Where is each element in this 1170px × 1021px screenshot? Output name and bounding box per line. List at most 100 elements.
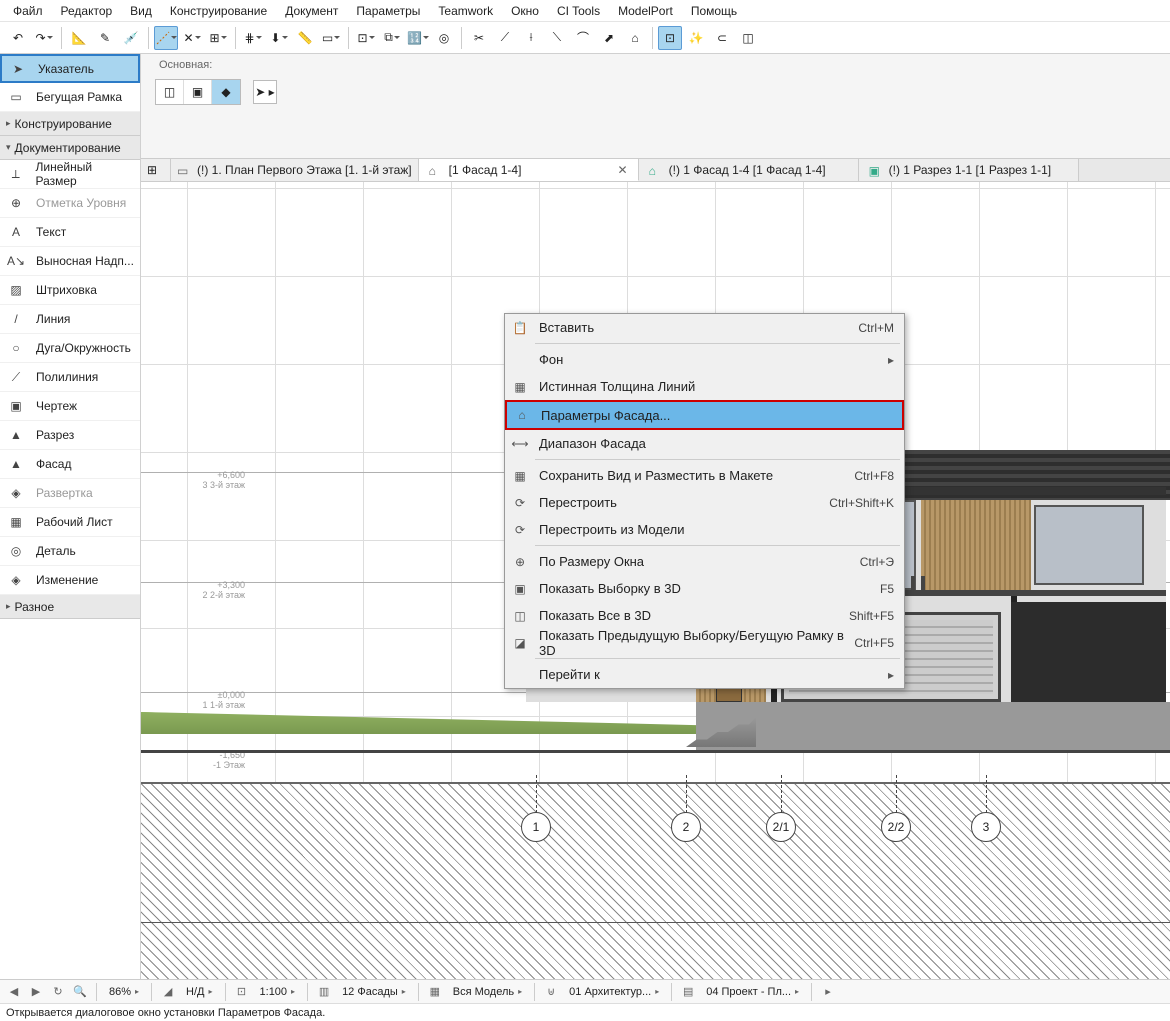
tool-line[interactable]: /Линия [0, 305, 140, 334]
tool-poly[interactable]: ⟋Полилиния [0, 363, 140, 392]
nav-fwd-icon[interactable]: ▶ [28, 984, 44, 1000]
stack-button[interactable]: ◫ [736, 26, 760, 50]
pointer-tool[interactable]: ➤ Указатель [0, 54, 140, 83]
meas-button[interactable]: 🔢 [406, 26, 430, 50]
ctx-3d-sel[interactable]: ▣Показать Выборку в 3DF5 [505, 575, 904, 602]
nav-home-icon[interactable]: ↻ [50, 984, 66, 1000]
menu-document[interactable]: Документ [276, 1, 347, 21]
resize-button[interactable]: ⬈ [597, 26, 621, 50]
misc-section[interactable]: Разное [0, 595, 140, 619]
menu-view[interactable]: Вид [121, 1, 161, 21]
guide-button[interactable] [154, 26, 178, 50]
magic-button[interactable]: ✨ [684, 26, 708, 50]
compass-button[interactable]: ◎ [432, 26, 456, 50]
sub-arrow-button[interactable]: ➤ ▸ [253, 80, 277, 104]
group-button[interactable]: ⧉ [380, 26, 404, 50]
ctx-label: Показать Предыдущую Выборку/Бегущую Рамк… [539, 628, 846, 658]
tool-arc[interactable]: ○Дуга/Окружность [0, 334, 140, 363]
ruler-button[interactable]: 📏 [293, 26, 317, 50]
ctx-elev-set[interactable]: ⌂Параметры Фасада... [505, 400, 904, 430]
tool-worksheet[interactable]: ▦Рабочий Лист [0, 508, 140, 537]
menu-modelport[interactable]: ModelPort [609, 1, 682, 21]
fillet-button[interactable]: ⌒ [571, 26, 595, 50]
document-section[interactable]: Документирование [0, 136, 140, 160]
ctx-range[interactable]: ⟷Диапазон Фасада [505, 430, 904, 457]
close-icon[interactable]: ✕ [618, 163, 628, 177]
ctx-fit[interactable]: ⊕По Размеру ОкнаCtrl+Э [505, 548, 904, 575]
menu-help[interactable]: Помощь [682, 1, 746, 21]
tool-drawing[interactable]: ▣Чертеж [0, 392, 140, 421]
tool-elev[interactable]: ▲Фасад [0, 450, 140, 479]
more-right-icon[interactable]: ▸ [820, 984, 836, 1000]
ctx-paste[interactable]: 📋ВставитьCtrl+M [505, 314, 904, 341]
home-button[interactable]: ⌂ [623, 26, 647, 50]
tab-grid-button[interactable]: ⊞ [141, 159, 171, 181]
tool-change[interactable]: ◈Изменение [0, 566, 140, 595]
ctx-icon: ⟳ [509, 519, 531, 541]
redo-button[interactable]: ↷ [32, 26, 56, 50]
tool-label: Разрез [36, 428, 74, 442]
ctx-rebuild[interactable]: ⟳ПерестроитьCtrl+Shift+K [505, 489, 904, 516]
dim-icon: ⟂ [6, 167, 25, 182]
snap-point-button[interactable]: ✕ [180, 26, 204, 50]
angle-value[interactable]: Н/Д [182, 986, 216, 998]
ctx-item[interactable]: Перейти к [505, 661, 904, 688]
view-value[interactable]: 12 Фасады [338, 986, 410, 998]
sub-toolbar: ◫ ▣ ◆ ➤ ▸ [141, 76, 1170, 108]
adjust-button[interactable]: ⟋ [493, 26, 517, 50]
menu-edit[interactable]: Редактор [52, 1, 122, 21]
level-icon: ⊕ [6, 196, 26, 210]
view-tab[interactable]: ▭(!) 1. План Первого Этажа [1. 1-й этаж] [171, 159, 419, 181]
tool-section[interactable]: ▲Разрез [0, 421, 140, 450]
ctx-lines[interactable]: ▦Истинная Толщина Линий [505, 373, 904, 400]
coord-button[interactable]: ⊞ [206, 26, 230, 50]
view-tab[interactable]: ⌂(!) 1 Фасад 1-4 [1 Фасад 1-4] [639, 159, 859, 181]
show-hide-button[interactable]: ⊡ [354, 26, 378, 50]
view-tab[interactable]: ▣(!) 1 Разрез 1-1 [1 Разрез 1-1] [859, 159, 1079, 181]
eyedrop-button[interactable]: ✎ [93, 26, 117, 50]
gravity-button[interactable]: ⬇ [267, 26, 291, 50]
cloud-button[interactable]: ⊂ [710, 26, 734, 50]
menu-teamwork[interactable]: Teamwork [429, 1, 502, 21]
menu-citools[interactable]: CI Tools [548, 1, 609, 21]
view-tab[interactable]: ⌂[1 Фасад 1-4]✕ [419, 159, 639, 181]
tool-dim[interactable]: ⟂Линейный Размер [0, 160, 140, 189]
geom-btn-2[interactable]: ▣ [184, 80, 212, 104]
marquee-tool[interactable]: ▭ Бегущая Рамка [0, 83, 140, 112]
model-value[interactable]: Вся Модель [449, 986, 526, 998]
scale-value[interactable]: 1:100 [256, 986, 300, 998]
ctx-item[interactable]: Фон [505, 346, 904, 373]
construct-section[interactable]: Конструирование [0, 112, 140, 136]
tool-level[interactable]: ⊕Отметка Уровня [0, 189, 140, 218]
menu-window[interactable]: Окно [502, 1, 548, 21]
split-button[interactable]: ⟊ [519, 26, 543, 50]
tool-text[interactable]: AТекст [0, 218, 140, 247]
select-mode-button[interactable]: ⊡ [658, 26, 682, 50]
inject-button[interactable]: 💉 [119, 26, 143, 50]
layer-value[interactable]: 01 Архитектур... [565, 986, 663, 998]
project-icon: ▤ [680, 984, 696, 1000]
ctx-3d-prev[interactable]: ◪Показать Предыдущую Выборку/Бегущую Рам… [505, 629, 904, 656]
tool-hatch[interactable]: ▨Штриховка [0, 276, 140, 305]
grid-button[interactable]: ⋕ [241, 26, 265, 50]
ctx-rebuild-m[interactable]: ⟳Перестроить из Модели [505, 516, 904, 543]
zoom-value[interactable]: 86% [105, 986, 143, 998]
geom-btn-1[interactable]: ◫ [156, 80, 184, 104]
intersect-button[interactable]: ⟍ [545, 26, 569, 50]
undo-button[interactable]: ↶ [6, 26, 30, 50]
zoom-icon[interactable]: 🔍 [72, 984, 88, 1000]
trace-button[interactable]: ▭ [319, 26, 343, 50]
tool-detail[interactable]: ◎Деталь [0, 537, 140, 566]
ctx-3d-all[interactable]: ◫Показать Все в 3DShift+F5 [505, 602, 904, 629]
menu-options[interactable]: Параметры [347, 1, 429, 21]
nav-back-icon[interactable]: ◀ [6, 984, 22, 1000]
cut-button[interactable]: ✂ [467, 26, 491, 50]
project-value[interactable]: 04 Проект - Пл... [702, 986, 803, 998]
ctx-save[interactable]: ▦Сохранить Вид и Разместить в МакетеCtrl… [505, 462, 904, 489]
tool-label[interactable]: A↘Выносная Надп... [0, 247, 140, 276]
menu-file[interactable]: Файл [4, 1, 52, 21]
geom-btn-3[interactable]: ◆ [212, 80, 240, 104]
menu-design[interactable]: Конструирование [161, 1, 276, 21]
tool-interior[interactable]: ◈Развертка [0, 479, 140, 508]
measure-button[interactable]: 📐 [67, 26, 91, 50]
